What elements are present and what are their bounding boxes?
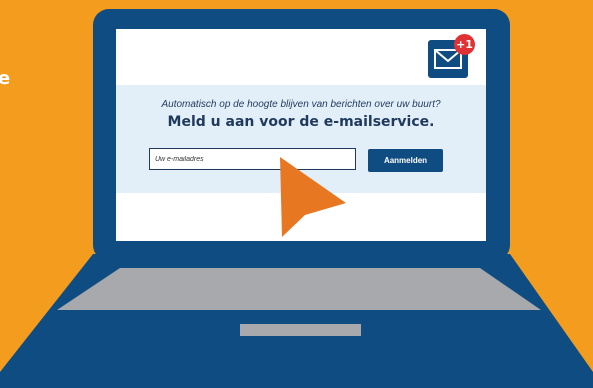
- pointer-cursor-icon: [280, 157, 346, 237]
